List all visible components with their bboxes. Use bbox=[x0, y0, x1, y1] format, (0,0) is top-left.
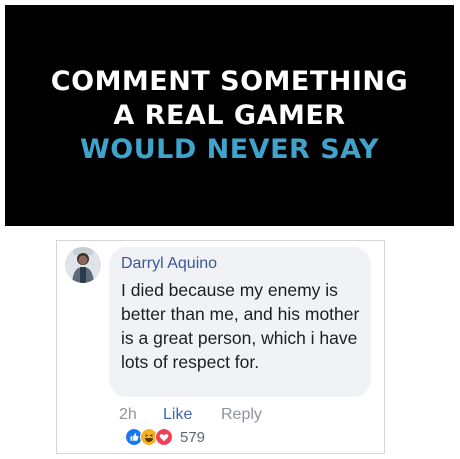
comment-card: Darryl Aquino I died because my enemy is… bbox=[56, 240, 385, 454]
reaction-count: 579 bbox=[180, 428, 206, 446]
comment-author[interactable]: Darryl Aquino bbox=[121, 255, 217, 273]
comment-actions: 2h Like Reply bbox=[119, 404, 262, 426]
meme-banner: COMMENT SOMETHING A REAL GAMER WOULD NEV… bbox=[5, 5, 454, 226]
reply-button[interactable]: Reply bbox=[221, 406, 262, 424]
avatar[interactable] bbox=[65, 247, 101, 283]
love-reaction-icon bbox=[155, 428, 173, 446]
comment-timestamp[interactable]: 2h bbox=[119, 406, 163, 424]
avatar-person-icon bbox=[65, 247, 101, 283]
comment-text: I died because my enemy is better than m… bbox=[121, 280, 360, 372]
reaction-summary[interactable]: 579 bbox=[125, 428, 205, 446]
banner-line-3: WOULD NEVER SAY bbox=[79, 133, 380, 165]
banner-line-2: A REAL GAMER bbox=[113, 99, 346, 131]
comment-bubble: Darryl Aquino I died because my enemy is… bbox=[109, 247, 371, 397]
banner-line-1: COMMENT SOMETHING bbox=[50, 65, 409, 97]
like-button[interactable]: Like bbox=[163, 406, 221, 424]
